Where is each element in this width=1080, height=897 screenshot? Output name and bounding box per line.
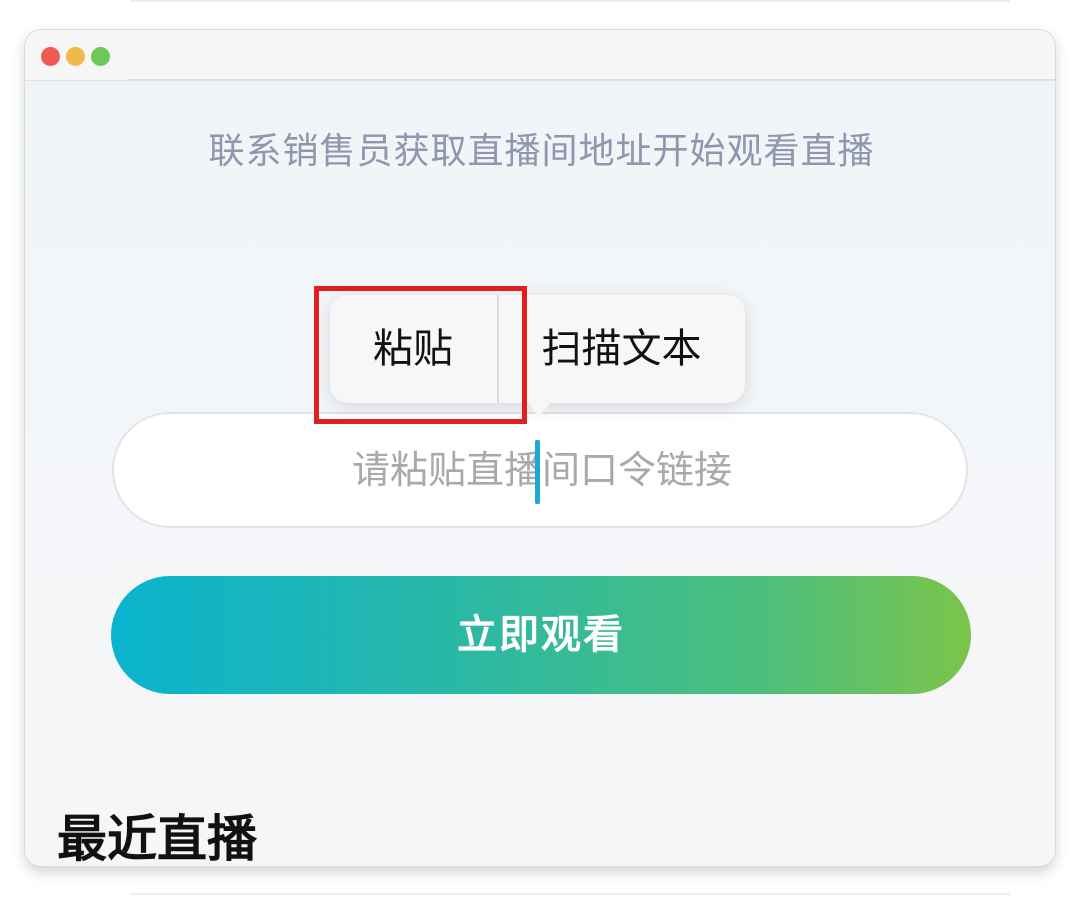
top-divider — [130, 0, 1010, 2]
menu-item-scan-text[interactable]: 扫描文本 — [500, 295, 743, 403]
close-window-button[interactable] — [41, 47, 60, 66]
watch-now-button[interactable]: 立即观看 — [111, 576, 971, 694]
live-link-input[interactable] — [112, 412, 968, 528]
text-caret — [535, 440, 540, 504]
hint-text: 联系销售员获取直播间地址开始观看直播 — [208, 131, 875, 172]
menu-divider — [497, 295, 499, 403]
recent-live-title: 最近直播 — [57, 810, 257, 868]
menu-item-paste[interactable]: 粘贴 — [330, 295, 496, 403]
page: 联系销售员获取直播间地址开始观看直播 请粘贴直播间口令链接 粘贴 扫描文本 立即… — [0, 0, 1080, 897]
window-titlebar — [25, 30, 1055, 81]
minimize-window-button[interactable] — [66, 47, 85, 66]
maximize-window-button[interactable] — [91, 47, 110, 66]
bottom-divider — [130, 893, 1010, 895]
titlebar-divider — [128, 79, 1055, 80]
